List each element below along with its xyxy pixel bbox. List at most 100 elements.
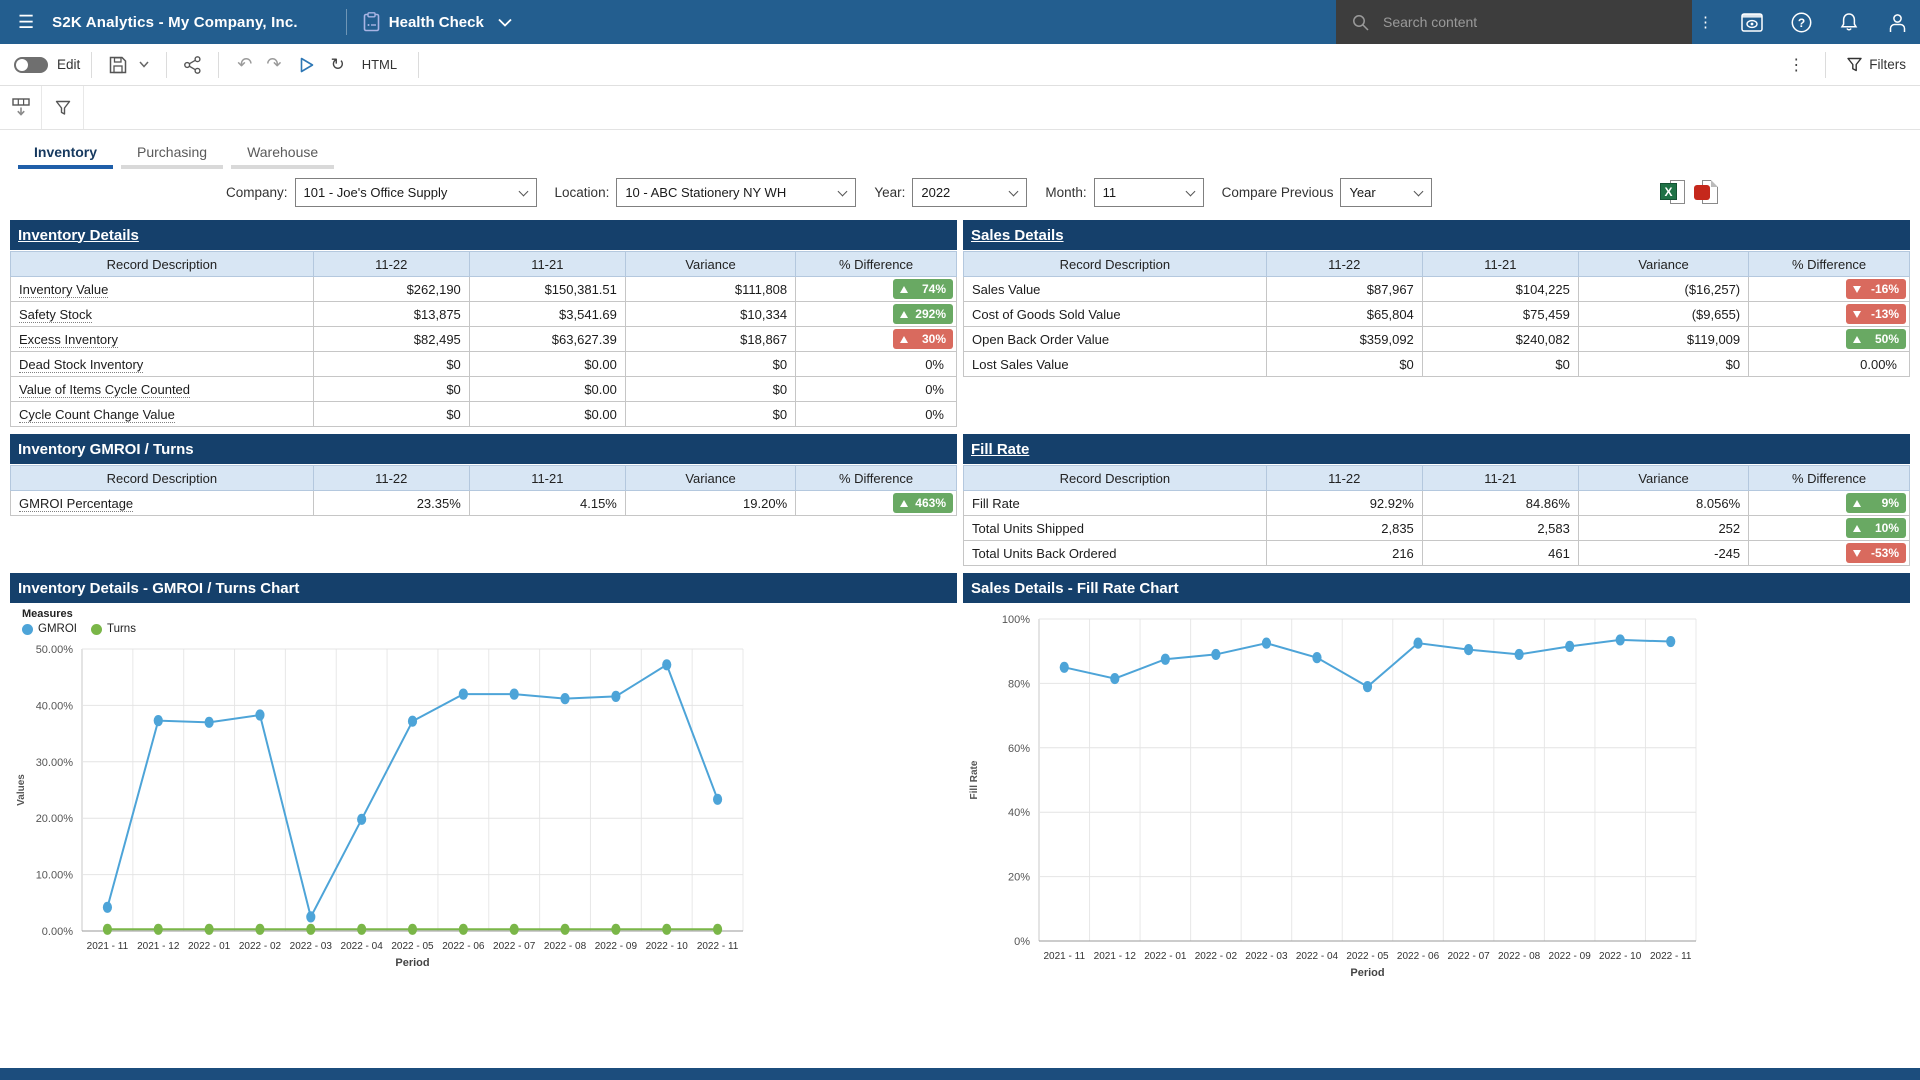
chevron-down-icon (1185, 186, 1195, 196)
gmroi-turns-chart-title: Inventory Details - GMROI / Turns Chart (10, 573, 957, 603)
prompt-parameters-icon[interactable] (0, 86, 42, 129)
sales-details-table: Record Description11-2211-21Variance% Di… (963, 251, 1910, 377)
undo-icon[interactable]: ↶ (237, 54, 252, 75)
report-name: Health Check (389, 14, 484, 31)
arrow-up-icon (900, 286, 908, 293)
svg-text:50.00%: 50.00% (36, 644, 74, 656)
value-cell: $75,459 (1422, 302, 1578, 327)
negative-change-badge: 30% (893, 329, 953, 349)
year-select[interactable]: 2022 (912, 178, 1027, 207)
redo-icon[interactable]: ↷ (266, 54, 281, 75)
run-play-icon[interactable] (300, 57, 314, 73)
top-nav-bar: ☰ S2K Analytics - My Company, Inc. Healt… (0, 0, 1920, 44)
record-drill-link[interactable]: Dead Stock Inventory (19, 357, 143, 373)
svg-text:2021 - 12: 2021 - 12 (137, 941, 180, 952)
column-header: Record Description (11, 252, 314, 277)
save-chevron-down-icon[interactable] (139, 61, 149, 68)
fill-rate-chart: 0%20%40%60%80%100%2021 - 112021 - 122022… (963, 603, 1910, 992)
record-drill-link[interactable]: Excess Inventory (19, 332, 118, 348)
edit-toggle[interactable] (14, 57, 48, 73)
percent-difference-cell: 50% (1749, 327, 1910, 352)
chevron-down-icon (518, 186, 528, 196)
arrow-up-icon (900, 500, 908, 507)
value-cell: 19.20% (625, 491, 795, 516)
record-drill-link[interactable]: Safety Stock (19, 307, 92, 323)
help-icon[interactable]: ? (1791, 12, 1812, 33)
record-drill-link[interactable]: GMROI Percentage (19, 496, 133, 512)
report-chevron-down-icon[interactable] (498, 18, 512, 27)
arrow-up-icon (1853, 500, 1861, 507)
gmroi-turns-chart: 0.00%10.00%20.00%30.00%40.00%50.00%2021 … (10, 637, 957, 986)
column-header: 11-21 (469, 466, 625, 491)
svg-text:2022 - 04: 2022 - 04 (1296, 951, 1339, 962)
svg-text:2022 - 09: 2022 - 09 (595, 941, 638, 952)
percent-difference-cell: -13% (1749, 302, 1910, 327)
month-select[interactable]: 11 (1094, 178, 1204, 207)
export-pdf-icon[interactable] (1694, 180, 1718, 204)
chevron-down-icon (1414, 186, 1424, 196)
refresh-icon[interactable]: ↻ (330, 55, 344, 75)
arrow-down-icon (1853, 286, 1861, 293)
notifications-bell-icon[interactable] (1839, 12, 1859, 33)
location-label: Location: (555, 185, 610, 200)
value-cell: $10,334 (625, 302, 795, 327)
table-row: Total Units Back Ordered216461-245-53% (964, 541, 1910, 566)
value-cell: 216 (1266, 541, 1422, 566)
record-drill-link[interactable]: Value of Items Cycle Counted (19, 382, 190, 398)
app-title: S2K Analytics - My Company, Inc. (52, 14, 298, 31)
fill-rate-chart-title: Sales Details - Fill Rate Chart (963, 573, 1910, 603)
column-header: Record Description (964, 466, 1267, 491)
menu-icon[interactable]: ☰ (18, 12, 34, 33)
overflow-menu-icon[interactable]: ⋮ (1698, 15, 1713, 30)
svg-text:0.00%: 0.00% (42, 926, 73, 938)
negative-change-badge: -13% (1846, 304, 1906, 324)
table-row: Dead Stock Inventory$0$0.00$00% (11, 352, 957, 377)
svg-text:2022 - 03: 2022 - 03 (1245, 951, 1288, 962)
export-excel-icon[interactable]: X (1660, 180, 1685, 204)
divider (91, 52, 92, 78)
column-header: 11-21 (469, 252, 625, 277)
company-select[interactable]: 101 - Joe's Office Supply (295, 178, 537, 207)
value-cell: $0 (313, 352, 469, 377)
tab-purchasing[interactable]: Purchasing (117, 138, 227, 169)
table-row: Excess Inventory$82,495$63,627.39$18,867… (11, 327, 957, 352)
column-header: % Difference (796, 466, 957, 491)
location-select[interactable]: 10 - ABC Stationery NY WH (616, 178, 856, 207)
toolbar-overflow-icon[interactable]: ⋮ (1788, 55, 1804, 75)
value-cell: 23.35% (313, 491, 469, 516)
compare-previous-select[interactable]: Year (1340, 178, 1432, 207)
tab-inventory[interactable]: Inventory (14, 138, 117, 169)
value-cell: ($9,655) (1578, 302, 1748, 327)
record-label: Total Units Back Ordered (972, 546, 1117, 561)
value-cell: $65,804 (1266, 302, 1422, 327)
user-profile-icon[interactable] (1887, 12, 1908, 33)
filter-funnel-icon[interactable] (42, 86, 84, 129)
sales-details-title: Sales Details (963, 220, 1910, 250)
preview-eye-icon[interactable] (1741, 13, 1763, 32)
record-drill-link[interactable]: Inventory Value (19, 282, 108, 298)
svg-text:Period: Period (395, 957, 429, 969)
value-cell: $0 (1578, 352, 1748, 377)
value-cell: $82,495 (313, 327, 469, 352)
save-icon[interactable] (109, 56, 127, 74)
svg-text:80%: 80% (1008, 678, 1030, 690)
legend-title: Measures (22, 608, 957, 620)
value-cell: 252 (1578, 516, 1748, 541)
positive-change-badge: 10% (1846, 518, 1906, 538)
table-row: GMROI Percentage23.35%4.15%19.20%463% (11, 491, 957, 516)
html-view-button[interactable]: HTML (362, 57, 397, 72)
column-header: % Difference (1749, 466, 1910, 491)
svg-text:30.00%: 30.00% (36, 757, 74, 769)
svg-text:2021 - 11: 2021 - 11 (87, 941, 129, 952)
record-drill-link[interactable]: Cycle Count Change Value (19, 407, 175, 423)
search-input[interactable] (1381, 13, 1651, 31)
legend-swatch (22, 624, 33, 635)
share-icon[interactable] (184, 56, 201, 74)
column-header: Variance (625, 466, 795, 491)
svg-text:2022 - 02: 2022 - 02 (1195, 951, 1238, 962)
filters-button[interactable]: Filters (1847, 57, 1906, 72)
nav-icon-group: ⋮ ? (1692, 0, 1920, 44)
svg-text:2022 - 04: 2022 - 04 (341, 941, 384, 952)
tab-warehouse[interactable]: Warehouse (227, 138, 338, 169)
value-cell: $359,092 (1266, 327, 1422, 352)
